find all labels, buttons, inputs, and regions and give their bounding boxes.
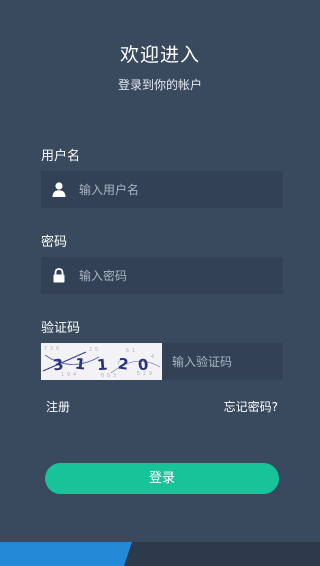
captcha-image[interactable]: 7 3 0 1 9 4 2 5 0 8 3 6 1 5 2 9 4 8 7 3 … — [41, 343, 162, 380]
captcha-drawing: 7 3 0 1 9 4 2 5 0 8 3 6 1 5 2 9 4 8 7 3 … — [42, 346, 161, 379]
username-label: 用户名 — [41, 149, 81, 164]
username-input[interactable] — [79, 171, 275, 208]
login-button[interactable]: 登录 — [45, 463, 279, 494]
password-label: 密码 — [41, 235, 68, 250]
password-field[interactable] — [41, 257, 283, 294]
register-link[interactable]: 注册 — [46, 398, 70, 415]
bottom-accent-bar — [0, 542, 132, 566]
svg-text:6 1: 6 1 — [126, 348, 135, 354]
captcha-char-1: 3 — [52, 355, 65, 374]
user-icon — [52, 182, 66, 197]
captcha-char-3: 1 — [96, 356, 108, 375]
captcha-input[interactable] — [172, 343, 278, 380]
svg-text:0 8 3: 0 8 3 — [101, 373, 116, 379]
lock-icon — [52, 268, 66, 283]
captcha-char-4: 2 — [117, 355, 130, 374]
svg-text:2 5: 2 5 — [89, 347, 98, 353]
password-input[interactable] — [79, 257, 275, 294]
captcha-char-5: 0 — [137, 355, 149, 374]
captcha-char-2: 1 — [74, 355, 86, 374]
forgot-password-link[interactable]: 忘记密码? — [224, 398, 278, 415]
page-subtitle: 登录到你的帐户 — [117, 78, 202, 92]
svg-text:4: 4 — [151, 354, 154, 360]
username-field[interactable] — [41, 171, 283, 208]
page-title: 欢迎进入 — [119, 44, 200, 66]
captcha-label: 验证码 — [41, 321, 81, 336]
captcha-field[interactable] — [162, 343, 283, 380]
svg-text:7 3 0: 7 3 0 — [44, 346, 59, 352]
